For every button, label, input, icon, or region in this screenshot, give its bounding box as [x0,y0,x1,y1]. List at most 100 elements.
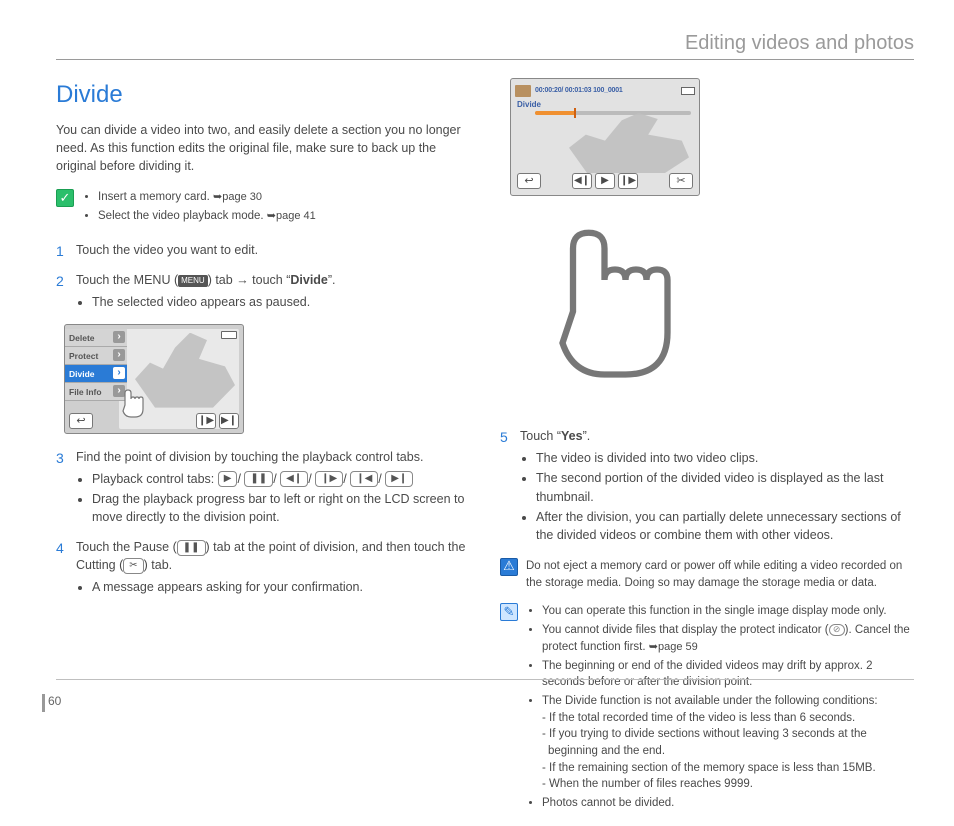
step-body: Touch the MENU (MENU) tab → touch “Divid… [76,271,470,313]
note-dash: - If you trying to divide sections witho… [542,726,914,759]
section-intro: You can divide a video into two, and eas… [56,121,470,175]
prereq-list: Insert a memory card. ➥page 30 Select th… [82,189,316,227]
thumbnail-icon [515,85,531,97]
note-item: The beginning or end of the divided vide… [542,658,914,691]
note-list: You can operate this function in the sin… [526,603,914,813]
hand-pointer-icon [510,196,720,406]
step-4: 4 Touch the Pause (❚❚) tab at the point … [56,538,470,598]
step-number: 3 [56,448,68,468]
skip-back-icon: ◀❙ [280,471,308,487]
step-body: Touch the Pause (❚❚) tab at the point of… [76,538,470,598]
play-icon: ▶ [595,173,615,189]
step-number: 1 [56,241,68,261]
prereq-item: Select the video playback mode. ➥page 41 [98,208,316,225]
step-text: Touch “ [520,429,561,443]
back-icon: ↩ [517,173,541,189]
step-text: Find the point of division by touching t… [76,450,423,464]
frame-back-icon: ◀❙ [572,173,592,189]
step-3: 3 Find the point of division by touching… [56,448,470,529]
footer-rule [56,679,914,680]
page-number: 60 [48,694,61,708]
step-number: 5 [500,427,512,447]
progress-bar [535,111,691,115]
silhouette-icon [569,113,689,173]
chevron-right-icon: › [113,349,125,361]
step-sub: The selected video appears as paused. [92,293,470,311]
note-dash: - When the number of files reaches 9999. [542,776,914,793]
step-sub: Drag the playback progress bar to left o… [92,490,470,526]
step-sub: The video is divided into two video clip… [536,449,914,467]
step-sub: A message appears asking for your confir… [92,578,470,596]
chevron-right-icon: › [113,331,125,343]
section-title: Divide [56,78,470,113]
page-marker [42,694,45,712]
back-icon: ↩ [69,413,93,429]
left-column: Divide You can divide a video into two, … [56,78,470,826]
lcd-illustration-wrapper: 00:00:20/ 00:01:03 100_0001 Divide ↩ ◀❙ … [510,78,720,411]
skip-fwd-icon: ❙▶ [315,471,343,487]
note-item: Photos cannot be divided. [542,795,914,812]
step-text: ) tab. [144,558,173,572]
step-2: 2 Touch the MENU (MENU) tab → touch “Div… [56,271,470,313]
pause-icon: ❚❚ [177,540,206,556]
check-icon: ✓ [56,189,74,207]
hand-pointer-icon [113,383,153,423]
step-sub: The second portion of the divided video … [536,469,914,505]
frame-fwd-icon: ❙▶ [618,173,638,189]
step-sub: Playback control tabs: ▶/ ❚❚/ ◀❙/ ❙▶/ ❙◀… [92,470,470,488]
play-icon: ▶ [218,471,238,487]
note-item: You can operate this function in the sin… [542,603,914,620]
arrow-icon: → [236,273,249,287]
frame-fwd-icon: ▶❙ [219,413,239,429]
note-item: You cannot divide files that display the… [542,622,914,656]
step-body: Touch “Yes”. The video is divided into t… [520,427,914,546]
note-dash: - If the total recorded time of the vide… [542,710,914,727]
header-rule [56,59,914,60]
lcd-illustration-divide: 00:00:20/ 00:01:03 100_0001 Divide ↩ ◀❙ … [510,78,700,196]
menu-item-protect: Protect› [65,347,127,365]
step-text: Touch the MENU ( [76,273,178,287]
note-icon: ✎ [500,603,518,621]
manual-page: Editing videos and photos Divide You can… [0,0,954,730]
frame-fwd-icon: ▶❙ [385,471,413,487]
chevron-right-icon: › [113,367,125,379]
lcd-illustration-menu: Delete› Protect› Divide› File Info› ↩ ❙▶… [64,324,244,434]
prereq-item: Insert a memory card. ➥page 30 [98,189,316,206]
right-column: 00:00:20/ 00:01:03 100_0001 Divide ↩ ◀❙ … [500,78,914,826]
step-text: ”. [328,273,336,287]
step-5: 5 Touch “Yes”. The video is divided into… [500,427,914,546]
step-text: ”. [583,429,591,443]
prereq-text: Insert a memory card. [98,191,213,203]
battery-icon [681,87,695,95]
page-ref: ➥page 30 [213,191,262,203]
step-1: 1 Touch the video you want to edit. [56,241,470,261]
protect-indicator-icon: ⊘ [829,624,845,636]
step-number: 4 [56,538,68,558]
menu-icon: MENU [178,275,208,287]
warning-icon: ⚠ [500,558,518,576]
page-ref: ➥page 41 [267,210,316,222]
step-body: Find the point of division by touching t… [76,448,470,529]
step-keyword: Yes [561,429,583,443]
prereq-text: Select the video playback mode. [98,210,267,222]
frame-back-icon: ❙◀ [350,471,378,487]
menu-item-divide: Divide› [65,365,127,383]
note-dash: - If the remaining section of the memory… [542,760,914,777]
note-item: The Divide function is not available und… [542,693,914,793]
step-text: Touch the video you want to edit. [76,241,470,259]
pause-icon: ❚❚ [244,471,273,487]
step-number: 2 [56,271,68,291]
step-sub-text: Playback control tabs: [92,472,218,486]
scissors-icon: ✂ [123,558,143,574]
columns: Divide You can divide a video into two, … [56,78,914,826]
lcd-mode-label: Divide [517,99,541,111]
frame-rev-icon: ❙▶ [196,413,216,429]
battery-icon [221,331,237,339]
lcd-controls: ◀❙ ▶ ❙▶ [572,173,638,189]
warning-text: Do not eject a memory card or power off … [526,558,914,591]
step-sub: After the division, you can partially de… [536,508,914,544]
step-text: ) tab [208,273,237,287]
step-text: touch “ [249,273,291,287]
step-text: Touch the Pause ( [76,540,177,554]
warning-note: ⚠ Do not eject a memory card or power of… [500,558,914,591]
